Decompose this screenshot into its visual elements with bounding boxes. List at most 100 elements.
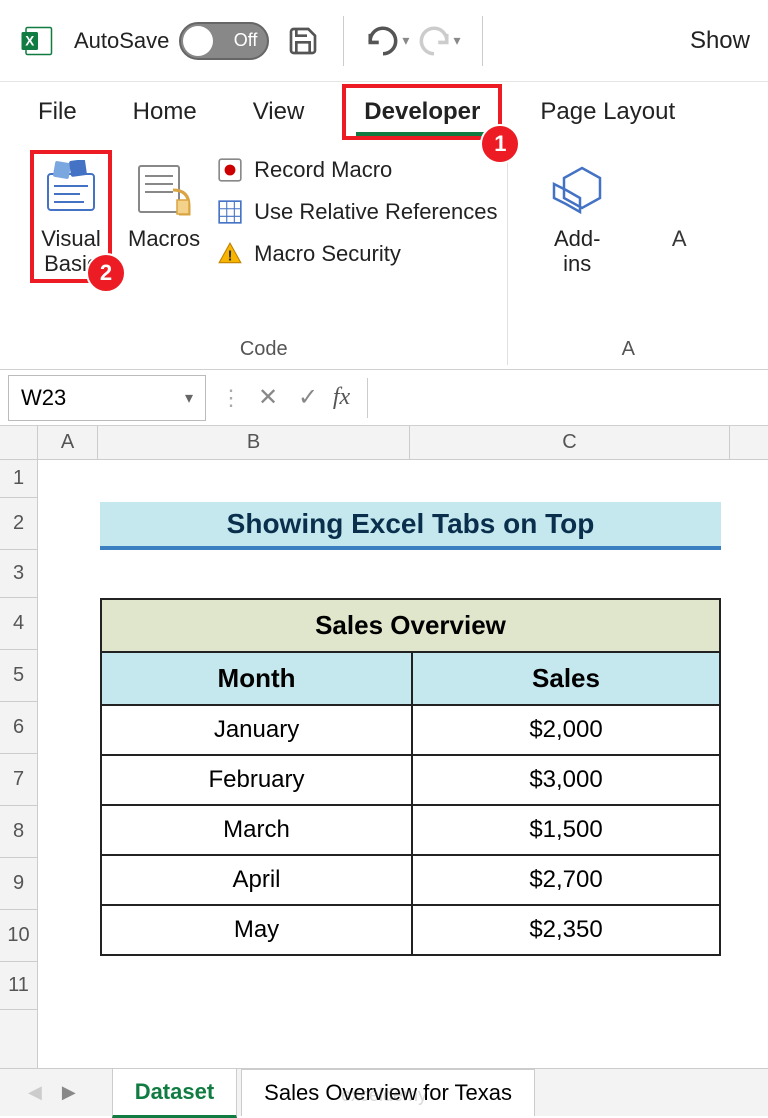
- row-header[interactable]: 6: [0, 702, 37, 754]
- ribbon-group-addins: Add- ins A A: [508, 150, 748, 365]
- month-cell[interactable]: January: [101, 705, 412, 755]
- tab-developer[interactable]: Developer 1: [342, 84, 502, 140]
- record-macro-label: Record Macro: [254, 157, 392, 183]
- undo-button[interactable]: ▾: [366, 24, 409, 58]
- addins-button[interactable]: Add- ins: [536, 150, 618, 283]
- sales-cell[interactable]: $2,000: [412, 705, 720, 755]
- sheet-tab-bar: ◀ ▶ Dataset Sales Overview for Texas exc…: [0, 1068, 768, 1116]
- row-header[interactable]: 3: [0, 550, 37, 598]
- ribbon-panel: Visual Basic 2 Macros Record Macro Use R…: [0, 142, 768, 370]
- addins-partial-label: A: [672, 226, 687, 251]
- month-cell[interactable]: May: [101, 905, 412, 955]
- row-header[interactable]: 10: [0, 910, 37, 962]
- row-header-col: 1 2 3 4 5 6 7 8 9 10 11: [0, 460, 38, 1098]
- col-sales-header[interactable]: Sales: [412, 652, 720, 705]
- name-box[interactable]: W23 ▾: [8, 375, 206, 421]
- row-header[interactable]: 9: [0, 858, 37, 910]
- redo-button[interactable]: ▾: [417, 24, 460, 58]
- row-header[interactable]: 5: [0, 650, 37, 702]
- group-label-code: Code: [240, 334, 288, 365]
- grid-icon: [216, 198, 244, 226]
- col-header-a[interactable]: A: [38, 426, 98, 459]
- toggle-knob: [183, 26, 213, 56]
- ribbon-tab-row: File Home View Developer 1 Page Layout: [0, 82, 768, 142]
- col-month-header[interactable]: Month: [101, 652, 412, 705]
- column-header-row: A B C: [0, 426, 768, 460]
- table-row: January$2,000: [101, 705, 720, 755]
- save-icon[interactable]: [285, 23, 321, 59]
- select-all-corner[interactable]: [0, 426, 38, 459]
- row-header[interactable]: 4: [0, 598, 37, 650]
- callout-badge-2: 2: [86, 253, 126, 293]
- group-label-addins: A: [622, 334, 635, 365]
- addins-partial-button[interactable]: A: [638, 150, 720, 257]
- row-header[interactable]: 2: [0, 498, 37, 550]
- visual-basic-button[interactable]: Visual Basic 2: [30, 150, 112, 283]
- excel-logo-icon: X: [18, 21, 58, 61]
- name-box-value: W23: [21, 385, 66, 411]
- row-header[interactable]: 7: [0, 754, 37, 806]
- divider: [482, 16, 483, 66]
- month-cell[interactable]: March: [101, 805, 412, 855]
- tab-developer-label: Developer: [364, 98, 480, 125]
- sheet-tab-sales-overview-texas[interactable]: Sales Overview for Texas: [241, 1069, 535, 1116]
- autosave-toggle[interactable]: Off: [179, 22, 269, 60]
- insert-function-button[interactable]: fx: [328, 378, 368, 418]
- table-row: February$3,000: [101, 755, 720, 805]
- tab-file[interactable]: File: [20, 88, 95, 136]
- sheet-nav-next[interactable]: ▶: [54, 1082, 84, 1103]
- macros-button[interactable]: Macros: [122, 150, 206, 257]
- row-header[interactable]: 8: [0, 806, 37, 858]
- autosave-control[interactable]: AutoSave Off: [74, 22, 269, 60]
- col-header-b[interactable]: B: [98, 426, 410, 459]
- month-cell[interactable]: February: [101, 755, 412, 805]
- sheet-tab-dataset[interactable]: Dataset: [112, 1068, 237, 1118]
- macros-label: Macros: [128, 226, 200, 251]
- svg-text:!: !: [228, 248, 233, 265]
- table-row: April$2,700: [101, 855, 720, 905]
- sales-cell[interactable]: $1,500: [412, 805, 720, 855]
- macro-security-button[interactable]: ! Macro Security: [216, 240, 497, 268]
- cancel-formula-button[interactable]: ✕: [248, 378, 288, 418]
- separator: ⋮: [214, 385, 248, 411]
- use-relative-references-button[interactable]: Use Relative References: [216, 198, 497, 226]
- chevron-down-icon: ▾: [453, 32, 460, 49]
- chevron-down-icon[interactable]: ▾: [185, 388, 193, 408]
- record-macro-icon: [216, 156, 244, 184]
- month-cell[interactable]: April: [101, 855, 412, 905]
- record-macro-button[interactable]: Record Macro: [216, 156, 497, 184]
- autosave-state: Off: [234, 30, 258, 51]
- undo-redo-group: ▾ ▾: [366, 24, 460, 58]
- addins-icon: [542, 156, 612, 222]
- title-bar: X AutoSave Off ▾ ▾ Show: [0, 0, 768, 82]
- row-header[interactable]: 1: [0, 460, 37, 498]
- divider: [343, 16, 344, 66]
- tab-view[interactable]: View: [235, 88, 323, 136]
- sales-cell[interactable]: $3,000: [412, 755, 720, 805]
- use-relative-label: Use Relative References: [254, 199, 497, 225]
- macro-security-label: Macro Security: [254, 241, 401, 267]
- cells-area[interactable]: Showing Excel Tabs on Top Sales Overview…: [38, 460, 768, 1098]
- formula-input[interactable]: [376, 375, 768, 421]
- visual-basic-icon: [36, 156, 106, 222]
- autosave-label: AutoSave: [74, 28, 169, 54]
- warning-icon: !: [216, 240, 244, 268]
- tab-home[interactable]: Home: [115, 88, 215, 136]
- formula-bar: W23 ▾ ⋮ ✕ ✓ fx: [0, 370, 768, 426]
- tab-page-layout[interactable]: Page Layout: [522, 88, 693, 136]
- addins-partial-icon: [644, 156, 714, 222]
- col-header-c[interactable]: C: [410, 426, 730, 459]
- svg-text:X: X: [25, 33, 34, 48]
- table-row: March$1,500: [101, 805, 720, 855]
- accept-formula-button[interactable]: ✓: [288, 378, 328, 418]
- table-row: May$2,350: [101, 905, 720, 955]
- ribbon-group-code: Visual Basic 2 Macros Record Macro Use R…: [20, 150, 508, 365]
- sales-cell[interactable]: $2,350: [412, 905, 720, 955]
- macros-icon: [129, 156, 199, 222]
- table-header[interactable]: Sales Overview: [101, 599, 720, 652]
- row-header[interactable]: 11: [0, 962, 37, 1010]
- sheet-nav-prev[interactable]: ◀: [20, 1082, 50, 1103]
- chevron-down-icon: ▾: [402, 32, 409, 49]
- sheet-title-cell[interactable]: Showing Excel Tabs on Top: [100, 502, 721, 550]
- sales-cell[interactable]: $2,700: [412, 855, 720, 905]
